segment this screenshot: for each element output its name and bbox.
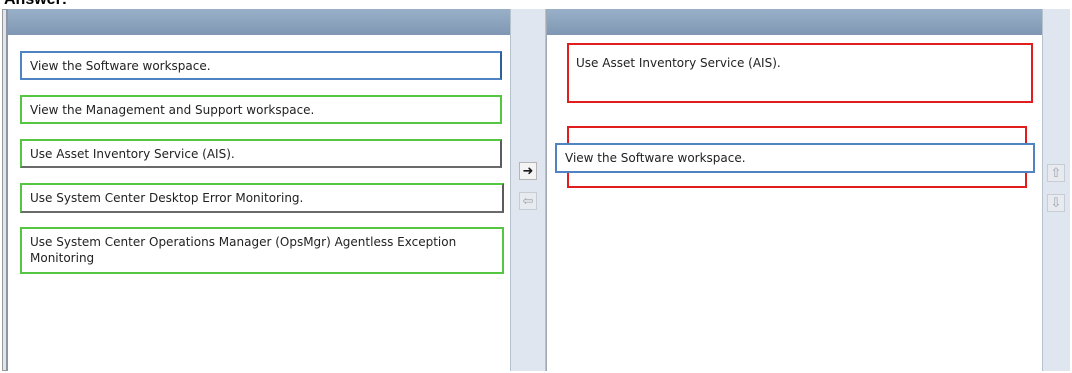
source-item-label: View the Management and Support workspac…: [30, 102, 315, 117]
reorder-controls: ⇧ ⇩: [1042, 9, 1070, 371]
source-item-label: Use Asset Inventory Service (AIS).: [30, 146, 235, 161]
answer-item-label: Use Asset Inventory Service (AIS).: [567, 56, 781, 70]
source-item-label: Use System Center Desktop Error Monitori…: [30, 191, 304, 205]
arrow-up-icon[interactable]: ⇧: [1047, 164, 1065, 182]
source-item-label: View the Software workspace.: [30, 58, 211, 73]
source-item-opsmgr-agentless[interactable]: Use System Center Operations Manager (Op…: [20, 227, 504, 274]
answer-slot-1[interactable]: Use Asset Inventory Service (AIS).: [567, 43, 1033, 103]
arrow-left-icon[interactable]: ⇦: [519, 192, 537, 210]
arrow-right-icon[interactable]: ➜: [519, 162, 537, 180]
answer-list-header: [547, 9, 1042, 35]
source-item-view-software[interactable]: View the Software workspace.: [20, 51, 502, 80]
answer-item-label: View the Software workspace.: [565, 151, 746, 165]
answer-heading: Answer:: [4, 0, 67, 9]
arrow-down-icon[interactable]: ⇩: [1047, 194, 1065, 212]
source-item-view-management[interactable]: View the Management and Support workspac…: [20, 95, 502, 124]
move-controls: ➜ ⇦: [510, 9, 546, 371]
source-item-desktop-error-monitoring[interactable]: Use System Center Desktop Error Monitori…: [20, 183, 504, 213]
answer-item-view-software[interactable]: View the Software workspace.: [555, 143, 1035, 173]
source-list-header: [8, 9, 510, 35]
answer-list-panel: Use Asset Inventory Service (AIS). View …: [546, 9, 1042, 371]
source-item-label: Use System Center Operations Manager (Op…: [30, 235, 457, 265]
source-item-use-ais[interactable]: Use Asset Inventory Service (AIS).: [20, 139, 502, 168]
source-list-panel: View the Software workspace. View the Ma…: [6, 9, 510, 371]
